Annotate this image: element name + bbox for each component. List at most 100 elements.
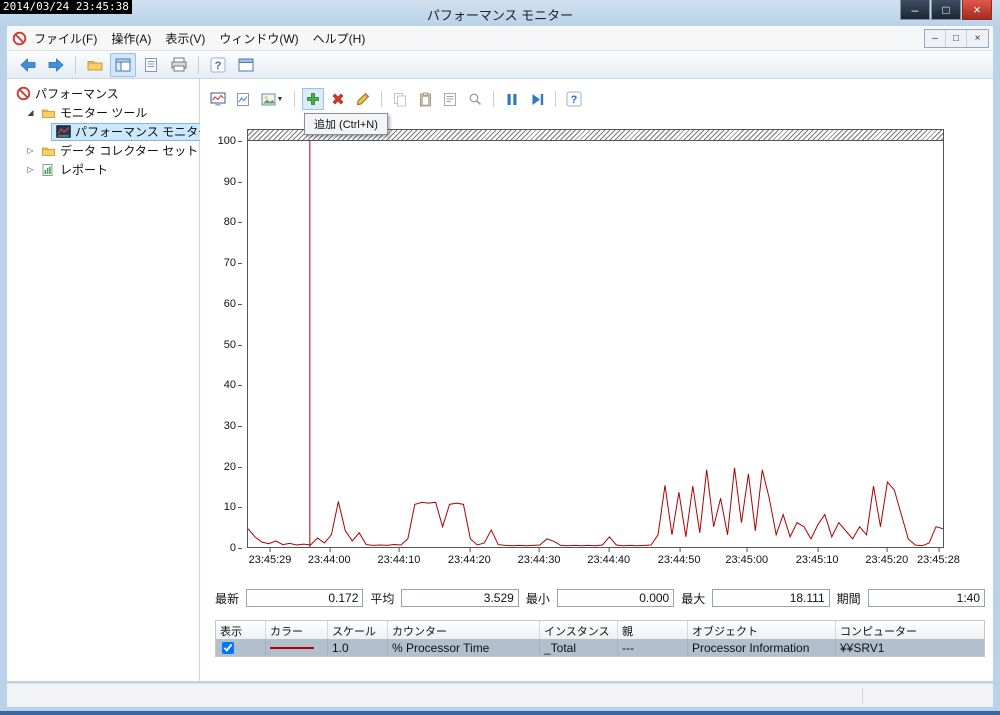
delete-counter-button[interactable] <box>327 88 349 110</box>
printer-icon <box>171 57 187 72</box>
copy-properties-button[interactable] <box>389 88 411 110</box>
y-tick-label: 20 <box>223 460 243 473</box>
help-button[interactable]: ? <box>205 53 231 77</box>
export-button[interactable] <box>82 53 108 77</box>
header-parent[interactable]: 親 <box>618 621 688 639</box>
print-button[interactable] <box>166 53 192 77</box>
selected-tree-item[interactable]: パフォーマンス モニター <box>51 122 215 141</box>
x-tick-label: 23:44:40 <box>587 548 631 566</box>
counter-visible-checkbox[interactable] <box>222 641 234 654</box>
close-button[interactable]: × <box>962 0 992 20</box>
child-window-controls: – □ × <box>924 29 989 48</box>
tree-item-monitoring-tools[interactable]: ◢ モニター ツール <box>7 103 199 122</box>
menu-view[interactable]: 表示(V) <box>158 26 212 51</box>
tree-item-reports[interactable]: ▷ レポート <box>7 160 199 179</box>
performance-chart-icon <box>55 125 71 138</box>
new-window-button[interactable] <box>233 53 259 77</box>
header-counter[interactable]: カウンター <box>388 621 540 639</box>
header-show[interactable]: 表示 <box>216 621 266 639</box>
toolbar-separator <box>294 91 295 107</box>
y-tick-label: 60 <box>223 297 243 310</box>
clipboard-icon <box>419 92 431 106</box>
y-tick-label: 80 <box>223 216 243 229</box>
tree-item-label: データ コレクター セット <box>60 144 199 158</box>
folder-icon <box>40 144 56 158</box>
header-computer[interactable]: コンピューター <box>836 621 984 639</box>
help-icon: ? <box>566 91 582 107</box>
child-minimize-button[interactable]: – <box>925 30 946 47</box>
counter-row[interactable]: 1.0 % Processor Time _Total --- Processo… <box>216 639 984 656</box>
add-counter-button[interactable] <box>302 88 324 110</box>
counter-color-sample <box>270 646 314 649</box>
svg-text:?: ? <box>215 60 222 72</box>
stat-label-maximum: 最大 <box>681 591 706 606</box>
report-icon <box>40 163 56 177</box>
child-restore-button[interactable]: □ <box>946 30 967 47</box>
toolbar-separator <box>381 91 382 107</box>
folder-icon <box>87 60 103 70</box>
properties-button[interactable] <box>439 88 461 110</box>
freeze-display-button[interactable] <box>501 88 523 110</box>
counter-object: Processor Information <box>688 639 836 656</box>
counter-computer: ¥¥SRV1 <box>840 640 885 655</box>
y-tick-label: 40 <box>223 379 243 392</box>
stat-value-duration: 1:40 <box>867 589 986 607</box>
menu-action[interactable]: 操作(A) <box>104 26 158 51</box>
expander-open-icon[interactable]: ◢ <box>25 108 36 117</box>
counter-instance: _Total <box>540 639 618 656</box>
copy-icon <box>394 92 406 106</box>
menu-bar: ファイル(F) 操作(A) 表示(V) ウィンドウ(W) ヘルプ(H) – □ … <box>7 26 993 51</box>
minimize-button[interactable]: – <box>900 0 930 20</box>
window-bottom-edge <box>0 711 1000 715</box>
expander-closed-icon[interactable]: ▷ <box>25 146 36 155</box>
maximize-button[interactable]: □ <box>931 0 961 20</box>
properties-icon <box>444 92 456 106</box>
magnifier-icon <box>469 93 482 106</box>
y-tick-label: 100 <box>217 135 243 147</box>
toolbar-separator <box>198 55 199 74</box>
y-tick-label: 50 <box>223 338 243 351</box>
header-instance[interactable]: インスタンス <box>540 621 618 639</box>
status-bar <box>7 683 993 707</box>
forward-arrow-icon <box>48 57 64 72</box>
update-data-button[interactable] <box>526 88 548 110</box>
child-close-button[interactable]: × <box>967 30 988 47</box>
menu-help[interactable]: ヘルプ(H) <box>306 26 373 51</box>
toolbar-separator <box>555 91 556 107</box>
header-scale[interactable]: スケール <box>328 621 388 639</box>
stat-value-latest: 0.172 <box>246 589 364 607</box>
highlight-button[interactable] <box>352 88 374 110</box>
forward-button[interactable] <box>43 53 69 77</box>
view-log-data-button[interactable] <box>232 88 254 110</box>
paste-counter-list-button[interactable] <box>414 88 436 110</box>
status-bar-separator <box>862 688 863 703</box>
back-button[interactable] <box>15 53 41 77</box>
perfmon-window: 2014/03/24 23:45:38 パフォーマンス モニター – □ × フ… <box>0 0 1000 715</box>
expander-closed-icon[interactable]: ▷ <box>25 165 36 174</box>
change-graph-type-button[interactable]: ▼ <box>257 88 287 110</box>
tree-item-data-collector-sets[interactable]: ▷ データ コレクター セット <box>7 141 199 160</box>
add-tooltip: 追加 (Ctrl+N) <box>304 113 388 135</box>
tree-item-performance-monitor[interactable]: パフォーマンス モニター <box>7 122 215 141</box>
tree-item-performance[interactable]: パフォーマンス <box>7 84 199 103</box>
show-hide-console-tree-button[interactable] <box>110 52 136 77</box>
stat-value-maximum: 18.111 <box>712 589 830 607</box>
document-list-icon <box>145 57 157 72</box>
title-bar[interactable]: パフォーマンス モニター – □ × <box>0 0 1000 26</box>
back-arrow-icon <box>20 57 36 72</box>
view-current-activity-button[interactable] <box>207 88 229 110</box>
x-tick-label: 23:45:10 <box>795 548 839 566</box>
x-axis: 23:45:29 23:44:00 23:44:10 23:44:20 23:44:30… <box>247 548 960 568</box>
y-tick-label: 10 <box>223 501 243 514</box>
help-icon: ? <box>210 57 226 72</box>
pencil-icon <box>356 92 370 106</box>
header-color[interactable]: カラー <box>266 621 328 639</box>
export-list-button[interactable] <box>138 53 164 77</box>
counter-name: % Processor Time <box>388 639 540 656</box>
menu-window[interactable]: ウィンドウ(W) <box>212 26 305 51</box>
console-tree-panel: パフォーマンス ◢ モニター ツール パフォーマンス モニター ▷ データ コレ… <box>7 79 215 681</box>
zoom-button[interactable] <box>464 88 486 110</box>
menu-file[interactable]: ファイル(F) <box>27 26 104 51</box>
header-object[interactable]: オブジェクト <box>688 621 836 639</box>
perfmon-help-button[interactable]: ? <box>563 88 585 110</box>
